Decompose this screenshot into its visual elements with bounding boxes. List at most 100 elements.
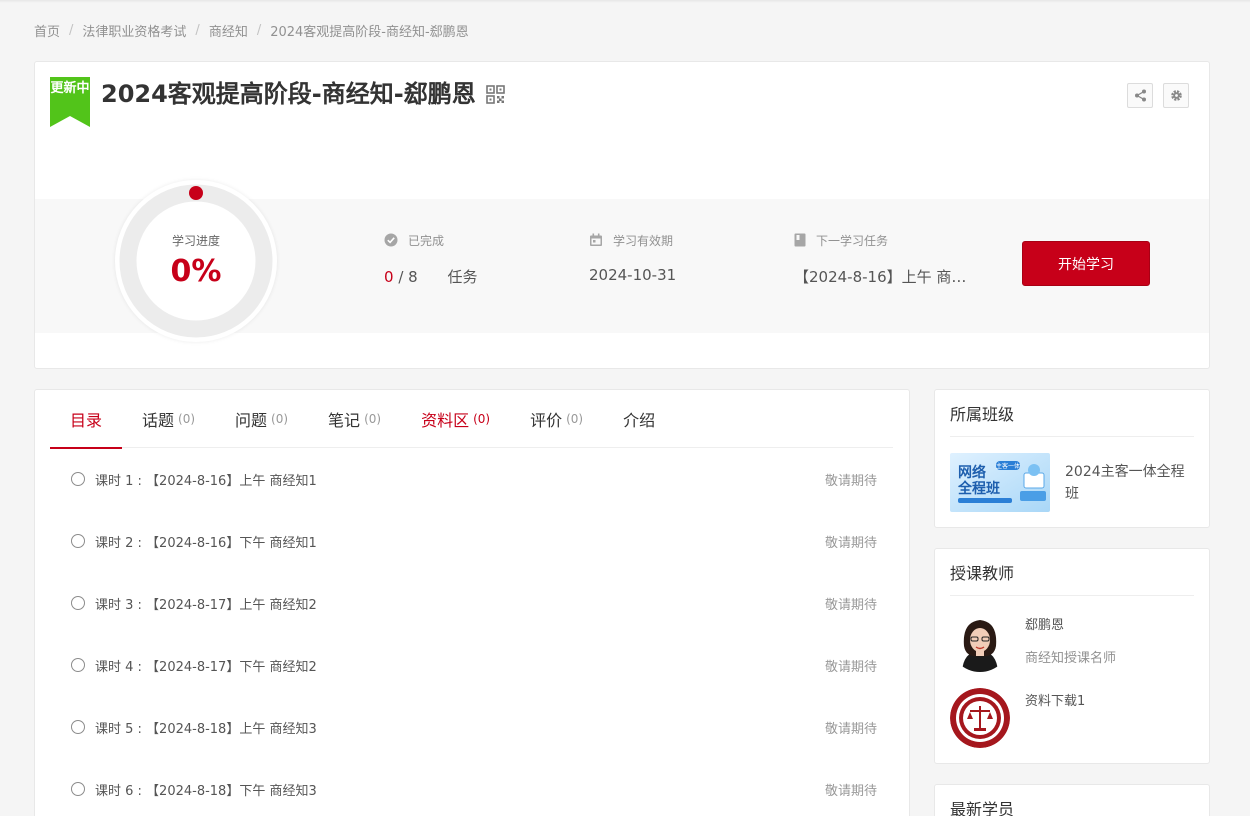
lesson-list: 课时 1 : 【2024-8-16】上午 商经知1 敬请期待 课时 2 : 【2… (50, 448, 893, 816)
tab-count: (0) (566, 412, 584, 426)
breadcrumb-separator: / (69, 23, 74, 38)
count-separator: / (398, 268, 404, 286)
lesson-title: 课时 6 : 【2024-8-18】下午 商经知3 (95, 783, 317, 799)
tab-label: 问题 (235, 411, 268, 430)
teacher-avatar (950, 612, 1010, 672)
teacher-item[interactable]: 郄鹏恩 商经知授课名师 (950, 612, 1116, 672)
class-link[interactable]: 主客一体 网络 全程班 2024主客一体全程班 (950, 453, 1195, 512)
members-panel-title: 最新学员 (950, 785, 1194, 816)
teacher-panel: 授课教师 郄鹏恩 商经知授课名师 资料下载1 (934, 548, 1210, 764)
lesson-item[interactable]: 课时 2 : 【2024-8-16】下午 商经知1 敬请期待 (50, 510, 893, 572)
tab-intro[interactable]: 介绍 (603, 390, 675, 448)
validity-date: 2024-10-31 (589, 266, 677, 284)
tab-count: (0) (178, 412, 196, 426)
calendar-icon (590, 233, 602, 246)
lesson-item[interactable]: 课时 5 : 【2024-8-18】上午 商经知3 敬请期待 (50, 696, 893, 758)
total-count: 8 (408, 268, 418, 286)
content-tabs: 目录 话题 (0) 问题 (0) 笔记 (0) 资料区 (0) 评价 (0) 介绍 (50, 390, 893, 449)
next-task-label: 下一学习任务 (816, 233, 889, 248)
class-thumb-line2: 全程班 (957, 480, 1000, 497)
tab-count: (0) (473, 412, 491, 426)
lesson-status: 敬请期待 (824, 721, 877, 737)
breadcrumb-separator: / (256, 23, 262, 38)
lesson-status: 敬请期待 (824, 535, 877, 551)
check-circle-icon (384, 233, 398, 247)
teacher-name: 资料下载1 (1025, 694, 1086, 709)
class-name: 2024主客一体全程班 (1065, 463, 1185, 502)
lesson-status: 敬请期待 (824, 659, 877, 675)
validity-label: 学习有效期 (613, 233, 674, 248)
lesson-item[interactable]: 课时 6 : 【2024-8-18】下午 商经知3 敬请期待 (50, 758, 893, 816)
breadcrumb-separator: / (195, 23, 200, 38)
course-header: 更新中 2024客观提高阶段-商经知-郄鹏恩 学习进度 0% 已完成 0 / 8… (34, 61, 1210, 369)
tab-label: 介绍 (623, 411, 656, 430)
breadcrumb-current: 2024客观提高阶段-商经知-郄鹏恩 (270, 25, 469, 40)
lesson-status-circle-icon (71, 720, 85, 734)
tab-catalog[interactable]: 目录 (50, 390, 123, 449)
breadcrumb-category[interactable]: 法律职业资格考试 (82, 21, 186, 40)
completed-count: 0 (384, 268, 394, 286)
class-thumb-tag: 主客一体 (996, 462, 1020, 470)
course-title-row: 2024客观提高阶段-商经知-郄鹏恩 (101, 74, 505, 109)
breadcrumb-subject[interactable]: 商经知 (209, 21, 248, 40)
tab-materials[interactable]: 资料区 (0) (401, 390, 510, 448)
completed-stat: 已完成 0 / 8 任务 (384, 232, 478, 287)
tab-label: 评价 (530, 411, 563, 430)
lesson-item[interactable]: 课时 3 : 【2024-8-17】上午 商经知2 敬请期待 (50, 572, 893, 634)
progress-value: 0% (170, 254, 222, 289)
tab-topics[interactable]: 话题 (0) (122, 390, 215, 448)
qr-code-icon[interactable] (485, 82, 505, 104)
lesson-status: 敬请期待 (824, 473, 877, 489)
lesson-status-circle-icon (71, 658, 85, 672)
breadcrumb-home[interactable]: 首页 (34, 21, 60, 40)
course-title: 2024客观提高阶段-商经知-郄鹏恩 (101, 80, 476, 108)
progress-indicator-dot (189, 186, 203, 200)
share-icon (1134, 89, 1146, 102)
members-panel: 最新学员 (934, 784, 1210, 816)
gear-icon (1170, 90, 1182, 101)
lesson-status-circle-icon (71, 596, 85, 610)
teacher-item[interactable]: 资料下载1 (950, 688, 1085, 748)
lesson-title: 课时 2 : 【2024-8-16】下午 商经知1 (95, 535, 317, 551)
class-panel: 所属班级 主客一体 网络 全程班 2024主客一体全程班 (934, 389, 1210, 528)
class-panel-title: 所属班级 (950, 390, 1194, 437)
progress-ring: 学习进度 0% (115, 180, 277, 342)
tab-count: (0) (271, 412, 289, 426)
top-shadow (0, 0, 1250, 3)
tab-count: (0) (364, 412, 382, 426)
update-badge: 更新中 (50, 77, 90, 127)
validity-stat: 学习有效期 2024-10-31 (589, 232, 676, 284)
share-button[interactable] (1127, 83, 1153, 108)
task-unit: 任务 (447, 268, 478, 286)
breadcrumb: 首页 / 法律职业资格考试 / 商经知 / 2024客观提高阶段-商经知-郄鹏恩 (34, 21, 469, 40)
lesson-status-circle-icon (71, 782, 85, 796)
lesson-title: 课时 3 : 【2024-8-17】上午 商经知2 (95, 597, 317, 613)
teacher-panel-title: 授课教师 (950, 549, 1194, 596)
tab-label: 资料区 (421, 411, 470, 430)
lesson-item[interactable]: 课时 1 : 【2024-8-16】上午 商经知1 敬请期待 (50, 448, 893, 510)
lesson-status: 敬请期待 (824, 783, 877, 799)
lesson-status-circle-icon (71, 534, 85, 548)
progress-label: 学习进度 (171, 234, 220, 248)
tab-label: 目录 (70, 411, 103, 430)
next-task-stat: 下一学习任务 【2024-8-16】上午 商经知1 (794, 232, 974, 287)
teacher-description: 商经知授课名师 (1025, 651, 1117, 666)
class-thumbnail: 主客一体 网络 全程班 (950, 453, 1050, 512)
institution-seal-avatar (950, 688, 1010, 748)
tab-reviews[interactable]: 评价 (0) (510, 390, 603, 448)
tab-questions[interactable]: 问题 (0) (215, 390, 308, 448)
lesson-status: 敬请期待 (824, 597, 877, 613)
class-thumb-line1: 网络 (958, 464, 986, 481)
start-learning-button[interactable]: 开始学习 (1022, 241, 1150, 286)
settings-button[interactable] (1163, 83, 1189, 108)
tab-notes[interactable]: 笔记 (0) (308, 390, 401, 448)
lesson-title: 课时 1 : 【2024-8-16】上午 商经知1 (95, 473, 317, 489)
lesson-status-circle-icon (71, 472, 85, 486)
next-task-link[interactable]: 【2024-8-16】上午 商经知1 (794, 266, 969, 287)
lesson-title: 课时 5 : 【2024-8-18】上午 商经知3 (95, 721, 317, 737)
completed-label: 已完成 (408, 233, 445, 248)
teacher-name: 郄鹏恩 (1025, 618, 1065, 633)
course-content: 目录 话题 (0) 问题 (0) 笔记 (0) 资料区 (0) 评价 (0) 介绍 课时 … (34, 389, 910, 816)
lesson-item[interactable]: 课时 4 : 【2024-8-17】下午 商经知2 敬请期待 (50, 634, 893, 696)
tab-label: 笔记 (328, 411, 361, 430)
